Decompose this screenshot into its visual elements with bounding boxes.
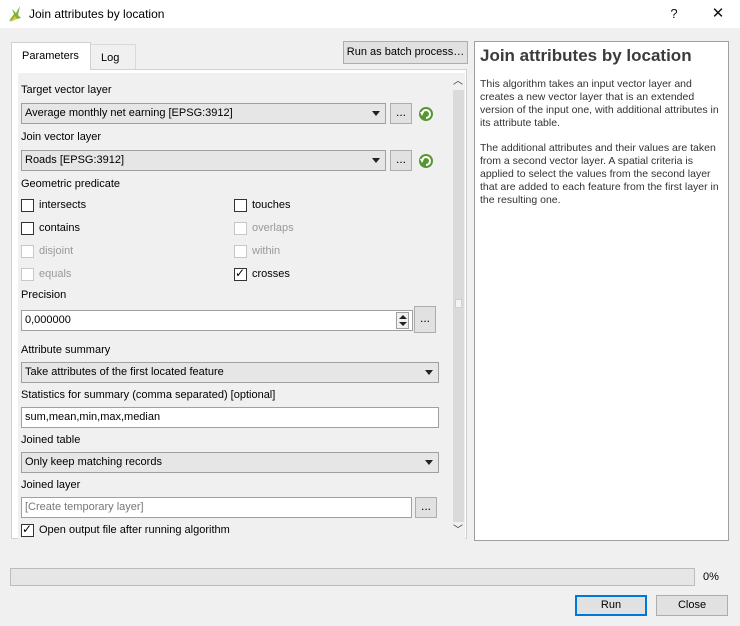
close-button[interactable]: Close [656, 595, 728, 616]
spin-down-icon[interactable] [399, 322, 407, 326]
target-layer-combo[interactable]: Average monthly net earning [EPSG:3912] [21, 103, 386, 124]
parameters-scroll-area: Target vector layer Average monthly net … [18, 73, 451, 539]
predicate-label: disjoint [39, 245, 74, 257]
checkbox-box [21, 199, 34, 212]
precision-input[interactable]: 0,000000 [21, 310, 413, 331]
chevron-down-icon [372, 158, 380, 163]
join-layer-combo[interactable]: Roads [EPSG:3912] [21, 150, 386, 171]
open-output-label: Open output file after running algorithm [39, 524, 230, 536]
joined-table-value: Only keep matching records [25, 456, 162, 468]
window-title: Join attributes by location [29, 7, 165, 21]
chevron-down-icon [372, 111, 380, 116]
joined-layer-placeholder: [Create temporary layer] [25, 501, 144, 513]
attribute-summary-label: Attribute summary [21, 344, 111, 356]
predicate-label: intersects [39, 199, 87, 211]
run-as-batch-button[interactable]: Run as batch process… [343, 41, 468, 64]
precision-options-button[interactable]: ... [414, 306, 436, 333]
predicate-label: within [252, 245, 281, 257]
qgis-logo-icon [9, 6, 21, 22]
checkbox-box [234, 245, 247, 258]
scrollbar-thumb[interactable] [455, 299, 462, 308]
joined-table-label: Joined table [21, 434, 81, 446]
predicate-label: overlaps [252, 222, 294, 234]
join-layer-label: Join vector layer [21, 131, 102, 143]
help-paragraph-2: The additional attributes and their valu… [480, 142, 719, 206]
help-title: Join attributes by location [480, 46, 692, 65]
predicate-intersects-checkbox[interactable]: intersects [21, 199, 141, 213]
chevron-down-icon [425, 460, 433, 465]
joined-layer-browse-button[interactable]: ... [415, 497, 437, 518]
precision-value: 0,000000 [25, 314, 71, 326]
target-layer-browse-button[interactable]: ... [390, 103, 412, 124]
tab-log[interactable]: Log [90, 44, 136, 69]
joined-table-combo[interactable]: Only keep matching records [21, 452, 439, 473]
statistics-value: sum,mean,min,max,median [25, 411, 161, 423]
run-button[interactable]: Run [575, 595, 647, 616]
predicate-label: equals [39, 268, 72, 280]
help-button[interactable]: ? [664, 4, 684, 24]
tab-parameters[interactable]: Parameters [11, 42, 91, 70]
help-paragraph-1: This algorithm takes an input vector lay… [480, 78, 719, 129]
help-panel: Join attributes by location This algorit… [474, 41, 729, 541]
scroll-up-icon[interactable]: ︿ [452, 75, 464, 89]
predicate-overlaps-checkbox: overlaps [234, 222, 354, 236]
joined-layer-input[interactable]: [Create temporary layer] [21, 497, 412, 518]
precision-label: Precision [21, 289, 67, 301]
progress-percent: 0% [703, 571, 719, 583]
geometric-predicate-label: Geometric predicate [21, 178, 121, 190]
attribute-summary-combo[interactable]: Take attributes of the first located fea… [21, 362, 439, 383]
checkbox-box [21, 268, 34, 281]
checkmark-icon: ✓ [22, 522, 33, 536]
progress-bar [10, 568, 695, 586]
title-bar: Join attributes by location ? ✕ [0, 0, 740, 28]
iterate-over-features-icon[interactable] [416, 103, 436, 124]
predicate-label: crosses [252, 268, 290, 280]
precision-spinner[interactable] [396, 312, 409, 329]
open-output-checkbox[interactable]: ✓ Open output file after running algorit… [21, 522, 281, 538]
chevron-down-icon [425, 370, 433, 375]
predicate-equals-checkbox: equals [21, 268, 141, 282]
join-layer-value: Roads [EPSG:3912] [25, 154, 125, 166]
predicate-contains-checkbox[interactable]: contains [21, 222, 141, 236]
joined-layer-label: Joined layer [21, 479, 81, 491]
predicate-disjoint-checkbox: disjoint [21, 245, 141, 259]
checkmark-icon: ✓ [235, 266, 246, 280]
attribute-summary-value: Take attributes of the first located fea… [25, 366, 224, 378]
target-layer-label: Target vector layer [21, 84, 112, 96]
statistics-input[interactable]: sum,mean,min,max,median [21, 407, 439, 428]
scroll-down-icon[interactable]: ﹀ [452, 524, 464, 538]
parameters-scrollbar[interactable]: ︿ ﹀ [451, 73, 465, 539]
checkbox-box [21, 222, 34, 235]
predicate-label: touches [252, 199, 291, 211]
spin-up-icon[interactable] [399, 315, 407, 319]
predicate-touches-checkbox[interactable]: touches [234, 199, 354, 213]
predicate-within-checkbox: within [234, 245, 354, 259]
parameters-panel: Target vector layer Average monthly net … [11, 69, 467, 539]
join-layer-browse-button[interactable]: ... [390, 150, 412, 171]
checkbox-box [234, 199, 247, 212]
target-layer-value: Average monthly net earning [EPSG:3912] [25, 107, 233, 119]
statistics-label: Statistics for summary (comma separated)… [21, 389, 276, 401]
checkbox-box [234, 222, 247, 235]
close-window-button[interactable]: ✕ [708, 4, 728, 24]
predicate-crosses-checkbox[interactable]: ✓ crosses [234, 266, 354, 282]
iterate-over-features-icon[interactable] [416, 150, 436, 171]
checkbox-box [21, 245, 34, 258]
predicate-label: contains [39, 222, 80, 234]
